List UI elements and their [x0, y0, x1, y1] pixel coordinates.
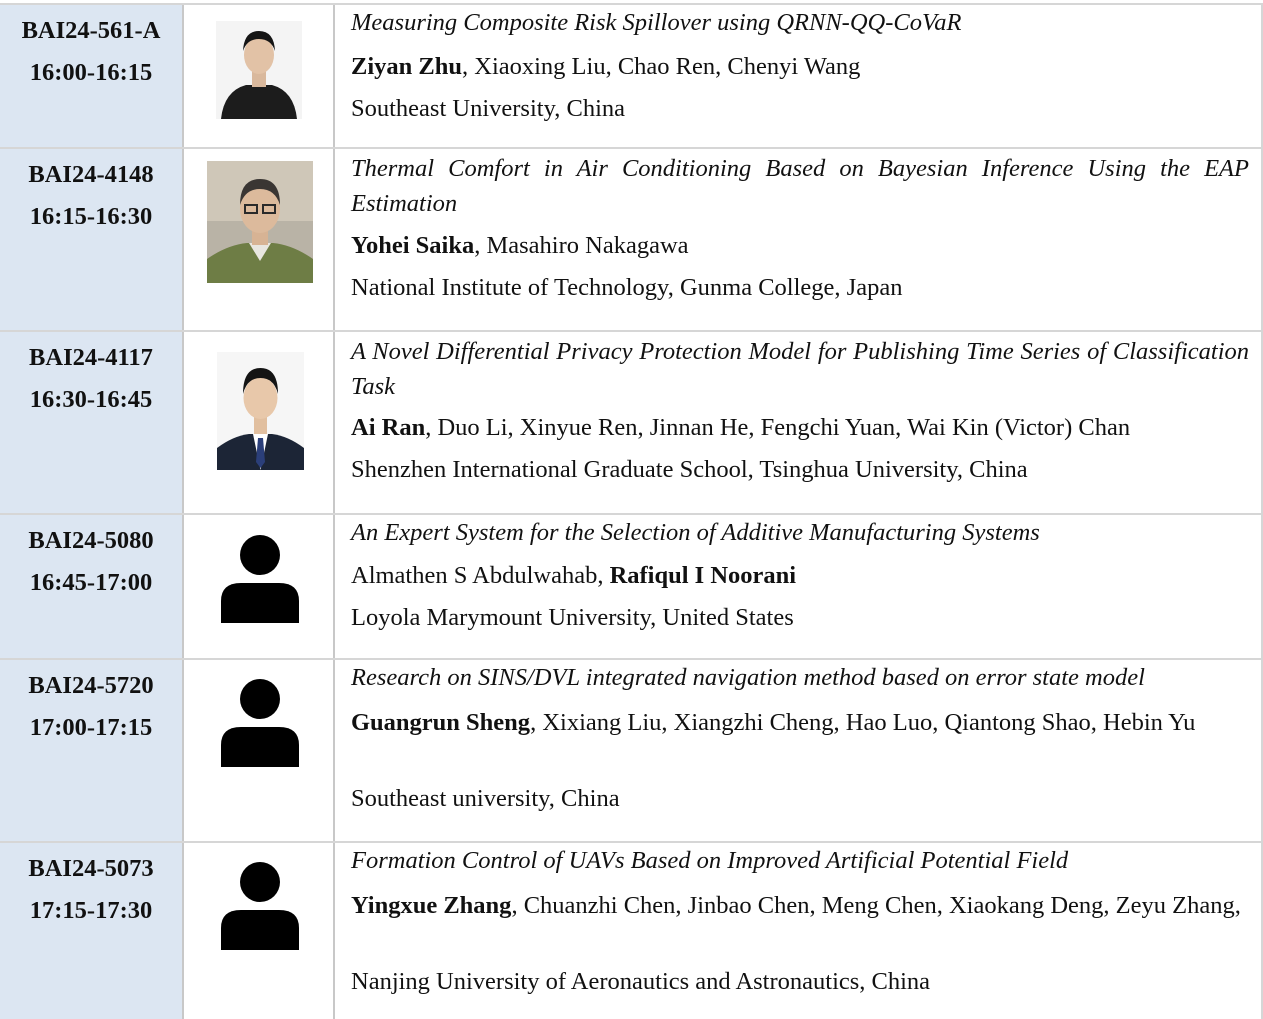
presenter-name: Yohei Saika: [351, 232, 475, 259]
paper-title: Research on SINS/DVL integrated navigati…: [351, 664, 1145, 691]
person-icon: [221, 679, 299, 767]
paper-title: Measuring Composite Risk Spillover using…: [351, 9, 962, 36]
paper-id-cell: BAI24-5080 16:45-17:00: [0, 515, 184, 658]
co-authors: , Duo Li, Xinyue Ren, Jinnan He, Fengchi…: [425, 414, 1131, 441]
photo-cell: [184, 149, 335, 330]
paper-code: BAI24-4148: [28, 161, 154, 188]
schedule-row: BAI24-561-A 16:00-16:15 Measuring Compos…: [0, 3, 1263, 147]
affiliation: Nanjing University of Aeronautics and As…: [351, 968, 931, 995]
time-slot: 17:00-17:15: [29, 714, 153, 741]
time-slot: 17:15-17:30: [29, 897, 153, 924]
affiliation: Shenzhen International Graduate School, …: [351, 456, 1028, 483]
paper-id-cell: BAI24-4148 16:15-16:30: [0, 149, 184, 330]
paper-code: BAI24-561-A: [21, 17, 161, 44]
schedule-row: BAI24-4117 16:30-16:45 A Novel Different…: [0, 330, 1263, 513]
photo-cell: [184, 843, 335, 1019]
author-list: Guangrun Sheng, Xixiang Liu, Xiangzhi Ch…: [351, 705, 1249, 740]
co-authors: Almathen S Abdulwahab,: [351, 562, 610, 589]
time-slot: 16:00-16:15: [29, 59, 153, 86]
schedule-row: BAI24-5080 16:45-17:00 An Expert System …: [0, 513, 1263, 658]
paper-title: Formation Control of UAVs Based on Impro…: [351, 847, 1069, 874]
paper-code: BAI24-5073: [28, 855, 154, 882]
time-slot: 16:30-16:45: [29, 386, 153, 413]
co-authors: , Chuanzhi Chen, Jinbao Chen, Meng Chen,…: [511, 892, 1241, 919]
schedule-table: BAI24-561-A 16:00-16:15 Measuring Compos…: [0, 0, 1263, 1019]
presenter-photo: [217, 352, 304, 470]
person-icon: [221, 535, 299, 623]
paper-id-cell: BAI24-5720 17:00-17:15: [0, 660, 184, 841]
affiliation: Loyola Marymount University, United Stat…: [351, 604, 794, 631]
photo-cell: [184, 515, 335, 658]
presenter-photo: [207, 161, 313, 283]
photo-cell: [184, 5, 335, 147]
time-slot: 16:45-17:00: [29, 569, 153, 596]
presenter-name: Rafiqul I Noorani: [609, 562, 797, 589]
paper-title: A Novel Differential Privacy Protection …: [351, 338, 1249, 400]
paper-id-cell: BAI24-5073 17:15-17:30: [0, 843, 184, 1019]
author-list: Almathen S Abdulwahab, Rafiqul I Noorani: [351, 560, 1249, 592]
author-list: Ziyan Zhu, Xiaoxing Liu, Chao Ren, Cheny…: [351, 51, 1249, 83]
presenter-name: Ziyan Zhu: [351, 53, 462, 80]
photo-cell: [184, 660, 335, 841]
author-list: Yingxue Zhang, Chuanzhi Chen, Jinbao Che…: [351, 888, 1249, 923]
affiliation: Southeast University, China: [351, 95, 626, 122]
paper-title: An Expert System for the Selection of Ad…: [351, 519, 1040, 546]
paper-title: Thermal Comfort in Air Conditioning Base…: [351, 155, 1249, 217]
affiliation: National Institute of Technology, Gunma …: [351, 274, 903, 301]
presenter-name: Yingxue Zhang: [351, 892, 512, 919]
author-list: Ai Ran, Duo Li, Xinyue Ren, Jinnan He, F…: [351, 412, 1249, 444]
person-icon: [221, 862, 299, 950]
co-authors: , Xiaoxing Liu, Chao Ren, Chenyi Wang: [462, 53, 861, 80]
photo-cell: [184, 332, 335, 513]
co-authors: , Xixiang Liu, Xiangzhi Cheng, Hao Luo, …: [530, 709, 1196, 736]
paper-id-cell: BAI24-4117 16:30-16:45: [0, 332, 184, 513]
presenter-name: Ai Ran: [351, 414, 426, 441]
paper-code: BAI24-4117: [29, 344, 153, 371]
time-slot: 16:15-16:30: [29, 203, 153, 230]
paper-id-cell: BAI24-561-A 16:00-16:15: [0, 5, 184, 147]
paper-code: BAI24-5720: [28, 672, 154, 699]
affiliation: Southeast university, China: [351, 785, 620, 812]
paper-code: BAI24-5080: [28, 527, 154, 554]
schedule-row: BAI24-5073 17:15-17:30 Formation Control…: [0, 841, 1263, 1019]
schedule-row: BAI24-4148 16:15-16:30 Thermal Comfort i…: [0, 147, 1263, 330]
co-authors: , Masahiro Nakagawa: [474, 232, 689, 259]
presenter-name: Guangrun Sheng: [351, 709, 531, 736]
presenter-photo: [216, 21, 302, 119]
author-list: Yohei Saika, Masahiro Nakagawa: [351, 230, 1249, 262]
schedule-row: BAI24-5720 17:00-17:15 Research on SINS/…: [0, 658, 1263, 841]
